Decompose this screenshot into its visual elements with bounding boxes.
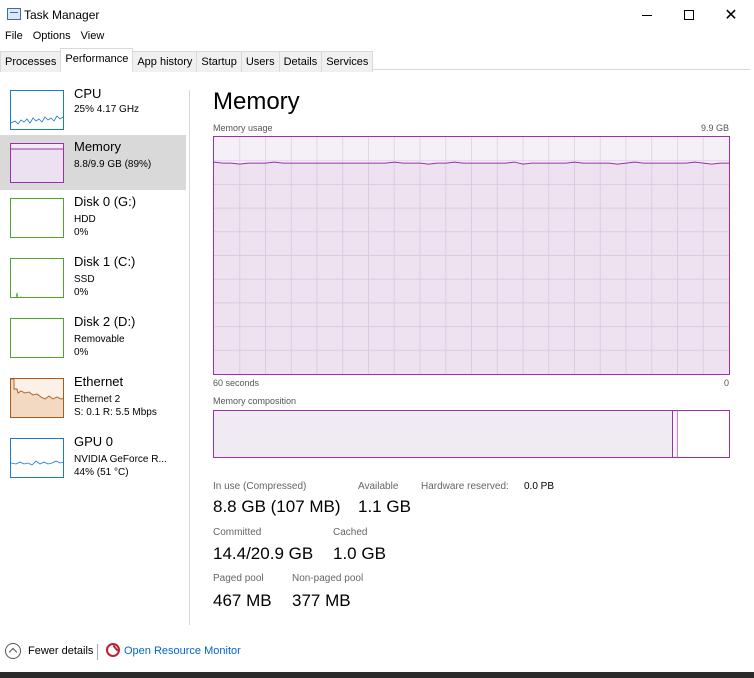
sidebar-item-detail: 25% 4.17 GHz [74, 104, 140, 115]
close-button[interactable]: ✕ [708, 0, 754, 30]
memory-thumbnail-graph [10, 143, 64, 183]
available-value: 1.1 GB [358, 497, 411, 516]
nonpaged-pool-label: Non-paged pool [292, 573, 364, 584]
close-icon: ✕ [724, 5, 738, 24]
tab-app-history[interactable]: App history [132, 51, 198, 72]
nonpaged-pool-value: 377 MB [292, 591, 351, 610]
sidebar-item-detail: SSD [74, 274, 95, 285]
menu-options[interactable]: Options [28, 29, 76, 47]
sidebar-item-detail: Ethernet 2 [74, 394, 121, 405]
minimize-button[interactable] [624, 0, 670, 30]
resource-monitor-icon[interactable] [106, 643, 120, 657]
tab-strip: Processes Performance App history Startu… [0, 48, 754, 72]
memory-usage-label: Memory usage [213, 123, 273, 133]
tab-startup[interactable]: Startup [196, 51, 242, 72]
open-resource-monitor-link[interactable]: Open Resource Monitor [124, 645, 241, 657]
tab-processes[interactable]: Processes [0, 51, 62, 72]
sidebar-item-name: Disk 2 (D:) [74, 314, 136, 329]
committed-label: Committed [213, 527, 262, 538]
menu-view[interactable]: View [76, 29, 110, 47]
sidebar-item-detail: HDD [74, 214, 96, 225]
memory-usage-graph [213, 136, 730, 375]
time-span-label: 60 seconds [213, 378, 260, 388]
composition-modified [675, 411, 678, 457]
sidebar-item-disk2[interactable]: Disk 2 (D:) Removable 0% [0, 310, 186, 365]
menu-bar: File Options View [0, 29, 109, 47]
gpu-thumbnail-graph [10, 438, 64, 478]
time-end-label: 0 [724, 378, 730, 388]
tab-users[interactable]: Users [240, 51, 280, 72]
memory-composition-bar [213, 410, 730, 458]
sidebar-item-detail: Removable [74, 334, 125, 345]
sidebar-item-memory[interactable]: Memory 8.8/9.9 GB (89%) [0, 135, 186, 190]
memory-usage-max: 9.9 GB [701, 123, 730, 133]
taskbar-strip [0, 672, 754, 678]
footer-bar: Fewer details Open Resource Monitor [0, 637, 754, 667]
sidebar-item-name: Ethernet [74, 374, 124, 389]
cached-label: Cached [333, 527, 368, 538]
sidebar-item-detail: S: 0.1 R: 5.5 Mbps [74, 407, 157, 418]
sidebar-item-name: Memory [74, 139, 121, 154]
sidebar-item-name: Disk 0 (G:) [74, 194, 137, 209]
in-use-label: In use (Compressed) [213, 481, 307, 492]
sidebar-item-detail: 0% [74, 227, 89, 238]
minimize-icon [642, 14, 652, 16]
paged-pool-label: Paged pool [213, 573, 264, 584]
tab-performance[interactable]: Performance [60, 48, 134, 70]
sidebar-item-detail: 44% (51 °C) [74, 467, 129, 478]
title-bar: Task Manager ✕ [0, 0, 754, 30]
maximize-button[interactable] [666, 0, 712, 30]
tab-details[interactable]: Details [278, 51, 323, 72]
sidebar-item-disk1[interactable]: Disk 1 (C:) SSD 0% [0, 250, 186, 305]
sidebar-item-detail: NVIDIA GeForce R... [74, 454, 167, 465]
cpu-thumbnail-graph [10, 90, 64, 130]
composition-in-use [214, 411, 673, 457]
sidebar-item-detail: 8.8/9.9 GB (89%) [74, 159, 152, 170]
sidebar-item-name: CPU [74, 86, 102, 101]
fewer-details-button[interactable]: Fewer details [28, 645, 93, 657]
available-label: Available [358, 481, 399, 492]
sidebar-divider [189, 90, 190, 625]
cached-value: 1.0 GB [333, 544, 386, 563]
hardware-reserved-value: 0.0 PB [524, 481, 555, 492]
in-use-value: 8.8 GB (107 MB) [213, 497, 341, 516]
hardware-reserved-label: Hardware reserved: [421, 481, 509, 492]
committed-value: 14.4/20.9 GB [213, 544, 314, 563]
sidebar-item-detail: 0% [74, 347, 89, 358]
disk0-thumbnail-graph [10, 198, 64, 238]
sidebar-item-cpu[interactable]: CPU 25% 4.17 GHz [0, 82, 186, 137]
sidebar-item-detail: 0% [74, 287, 89, 298]
sidebar-item-gpu0[interactable]: GPU 0 NVIDIA GeForce R... 44% (51 °C) [0, 430, 186, 485]
sidebar-item-name: Disk 1 (C:) [74, 254, 136, 269]
maximize-icon [684, 10, 694, 20]
footer-divider [97, 644, 98, 660]
usage-area [214, 162, 729, 374]
ethernet-thumbnail-graph [10, 378, 64, 418]
window-title: Task Manager [24, 8, 100, 22]
tab-services[interactable]: Services [321, 51, 374, 72]
disk1-thumbnail-graph [10, 258, 64, 298]
page-title: Memory [213, 88, 300, 115]
chevron-up-icon[interactable] [5, 643, 21, 659]
window-right-edge [750, 45, 754, 675]
menu-file[interactable]: File [0, 29, 28, 47]
disk2-thumbnail-graph [10, 318, 64, 358]
sidebar-item-disk0[interactable]: Disk 0 (G:) HDD 0% [0, 190, 186, 245]
performance-sidebar: CPU 25% 4.17 GHz Memory 8.8/9.9 GB (89%)… [0, 72, 188, 624]
paged-pool-value: 467 MB [213, 591, 272, 610]
sidebar-item-name: GPU 0 [74, 434, 114, 449]
memory-composition-label: Memory composition [213, 396, 297, 406]
sidebar-item-ethernet[interactable]: Ethernet Ethernet 2 S: 0.1 R: 5.5 Mbps [0, 370, 186, 425]
task-manager-icon [7, 8, 21, 20]
